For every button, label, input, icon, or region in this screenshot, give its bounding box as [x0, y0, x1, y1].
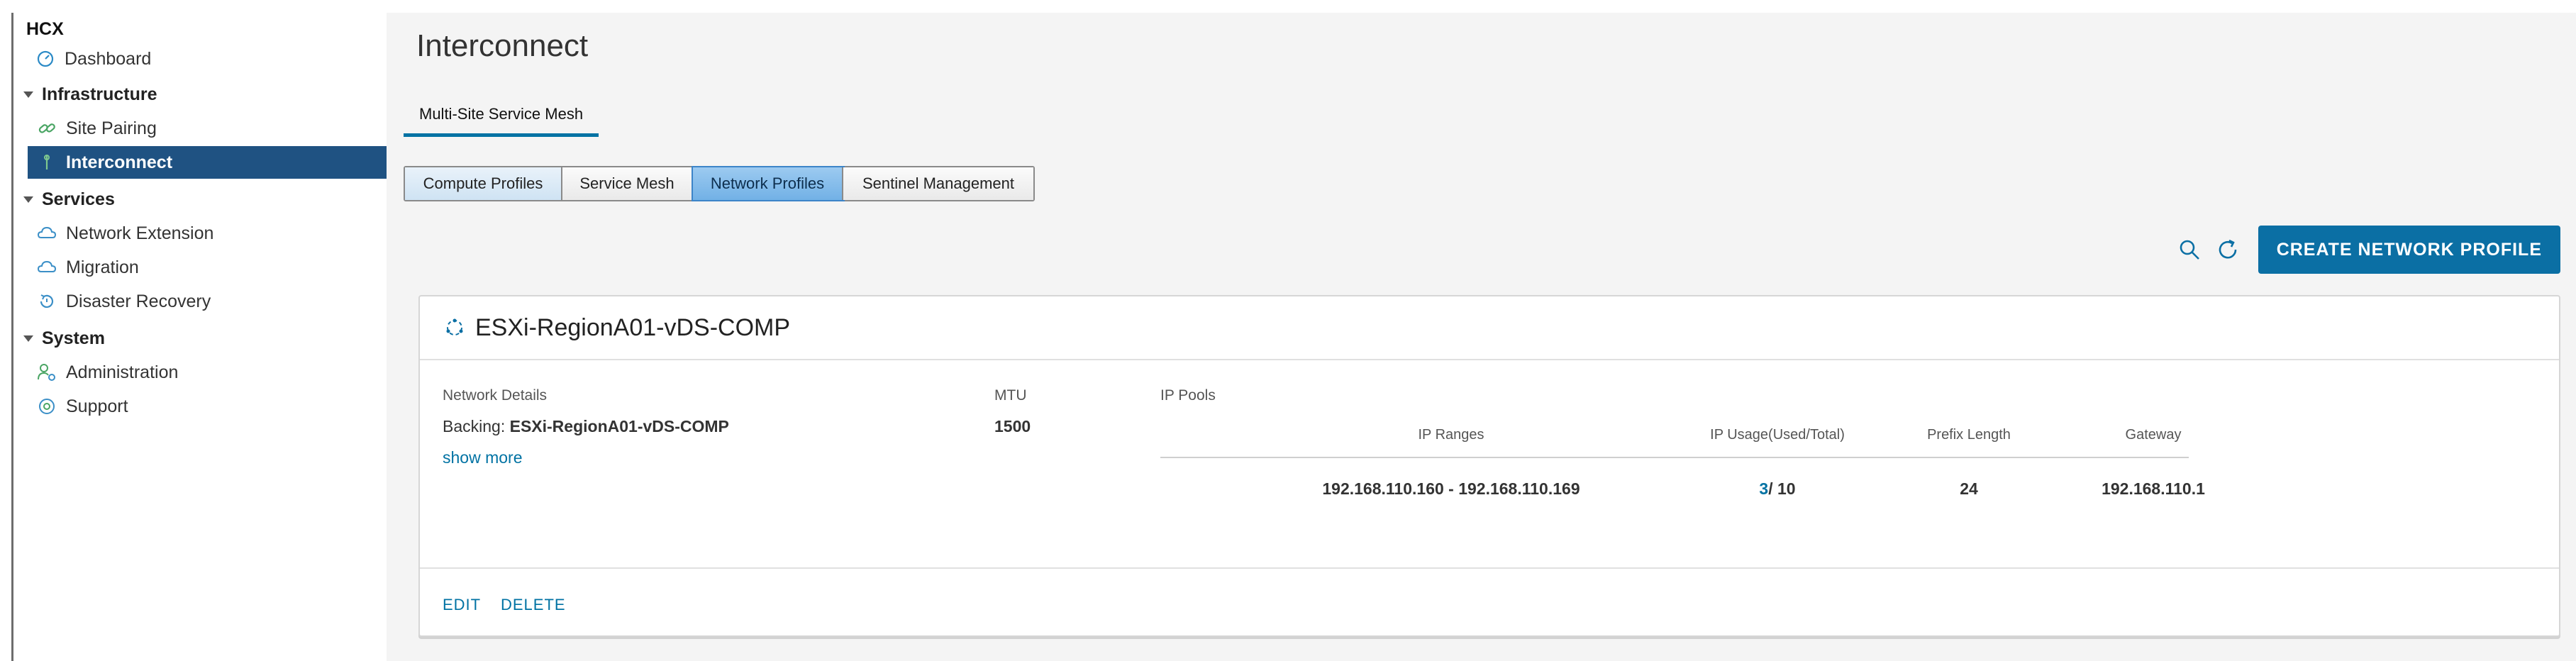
sidebar-item-label: Disaster Recovery	[66, 291, 211, 311]
sidebar-item-label: Migration	[66, 257, 139, 277]
segment-network-profiles[interactable]: Network Profiles	[692, 166, 845, 201]
sidebar-section-label: System	[42, 328, 105, 348]
backing-value: ESXi-RegionA01-vDS-COMP	[509, 417, 729, 435]
refresh-icon[interactable]	[2213, 235, 2243, 265]
gateway-header: Gateway	[2125, 427, 2182, 443]
cloud-icon	[36, 257, 57, 278]
show-more-link[interactable]: show more	[443, 448, 522, 467]
prefix-length-cell: 24	[1960, 479, 1978, 498]
ip-ranges-cell: 192.168.110.160 - 192.168.110.169	[1322, 479, 1580, 498]
prefix-length-header: Prefix Length	[1927, 427, 2011, 443]
support-icon	[36, 396, 57, 417]
caret-down-icon	[23, 196, 33, 203]
profile-name: ESXi-RegionA01-vDS-COMP	[475, 313, 791, 341]
sidebar-section-infrastructure[interactable]: Infrastructure	[13, 78, 387, 111]
sidebar-section-label: Infrastructure	[42, 84, 157, 104]
sidebar-item-support[interactable]: Support	[13, 390, 387, 423]
mtu-label: MTU	[994, 387, 1027, 404]
card-footer: EDIT DELETE	[420, 567, 2559, 635]
create-network-profile-button[interactable]: CREATE NETWORK PROFILE	[2258, 226, 2560, 274]
network-profile-card: ESXi-RegionA01-vDS-COMP Network Details …	[418, 295, 2560, 637]
sidebar-item-disaster-recovery[interactable]: Disaster Recovery	[13, 285, 387, 318]
network-details-label: Network Details	[443, 387, 548, 404]
sidebar-section-label: Services	[42, 189, 115, 209]
page-title: Interconnect	[416, 28, 589, 63]
main-content: Interconnect Multi-Site Service Mesh Com…	[387, 13, 2576, 661]
backing-label: Backing:	[443, 417, 506, 435]
segment-compute-profiles[interactable]: Compute Profiles	[405, 167, 562, 200]
sidebar-nav: HCX Dashboard Infrastructure Site Pairin…	[13, 13, 398, 661]
app-window: HCX Dashboard Infrastructure Site Pairin…	[0, 0, 2576, 661]
caret-down-icon	[23, 335, 33, 342]
delete-button[interactable]: DELETE	[501, 596, 566, 614]
ip-usage-header: IP Usage(Used/Total)	[1710, 427, 1845, 443]
segmented-control: Compute Profiles Service Mesh Network Pr…	[404, 166, 1035, 201]
sidebar-item-label: Support	[66, 396, 128, 416]
sidebar-item-network-extension[interactable]: Network Extension	[13, 217, 387, 250]
sidebar-item-site-pairing[interactable]: Site Pairing	[13, 112, 387, 145]
edit-button[interactable]: EDIT	[443, 596, 481, 614]
dashboard-icon	[35, 48, 56, 70]
tab-multi-site-service-mesh[interactable]: Multi-Site Service Mesh	[404, 105, 599, 137]
mtu-value: 1500	[994, 417, 1031, 435]
cloud-icon	[36, 223, 57, 244]
sidebar-section-services[interactable]: Services	[13, 183, 387, 216]
interconnect-icon	[36, 152, 57, 173]
ip-usage-total: / 10	[1768, 479, 1796, 498]
sidebar-section-system[interactable]: System	[13, 322, 387, 355]
sidebar-item-label: Interconnect	[66, 152, 173, 172]
sidebar-item-administration[interactable]: Administration	[13, 356, 387, 389]
ip-usage-used-link[interactable]: 3	[1759, 479, 1768, 498]
ip-pools-label: IP Pools	[1160, 387, 1216, 404]
toolbar: CREATE NETWORK PROFILE	[2175, 226, 2560, 274]
app-name: HCX	[26, 18, 64, 39]
sidebar-item-migration[interactable]: Migration	[13, 251, 387, 284]
sidebar-item-label: Dashboard	[65, 48, 152, 69]
sidebar-item-label: Administration	[66, 362, 179, 382]
sidebar-item-label: Site Pairing	[66, 118, 157, 138]
tab-bar: Multi-Site Service Mesh	[404, 105, 599, 137]
pool-table-divider	[1160, 457, 2189, 458]
admin-icon	[36, 362, 57, 383]
ip-usage-cell: 3/ 10	[1664, 479, 1891, 499]
ip-ranges-header: IP Ranges	[1418, 427, 1484, 443]
sidebar-item-interconnect[interactable]: Interconnect	[28, 146, 398, 179]
recovery-icon	[36, 291, 57, 312]
network-icon	[443, 316, 467, 340]
sidebar-item-label: Network Extension	[66, 223, 214, 243]
sidebar-item-dashboard[interactable]: Dashboard	[13, 43, 387, 75]
caret-down-icon	[23, 91, 33, 98]
card-header: ESXi-RegionA01-vDS-COMP	[420, 296, 2559, 360]
link-icon	[36, 118, 57, 139]
backing-row: Backing: ESXi-RegionA01-vDS-COMP	[443, 417, 729, 436]
gateway-cell: 192.168.110.1	[2102, 479, 2205, 498]
segment-service-mesh[interactable]: Service Mesh	[562, 167, 693, 200]
segment-sentinel-management[interactable]: Sentinel Management	[843, 167, 1033, 200]
search-icon[interactable]	[2175, 235, 2204, 265]
